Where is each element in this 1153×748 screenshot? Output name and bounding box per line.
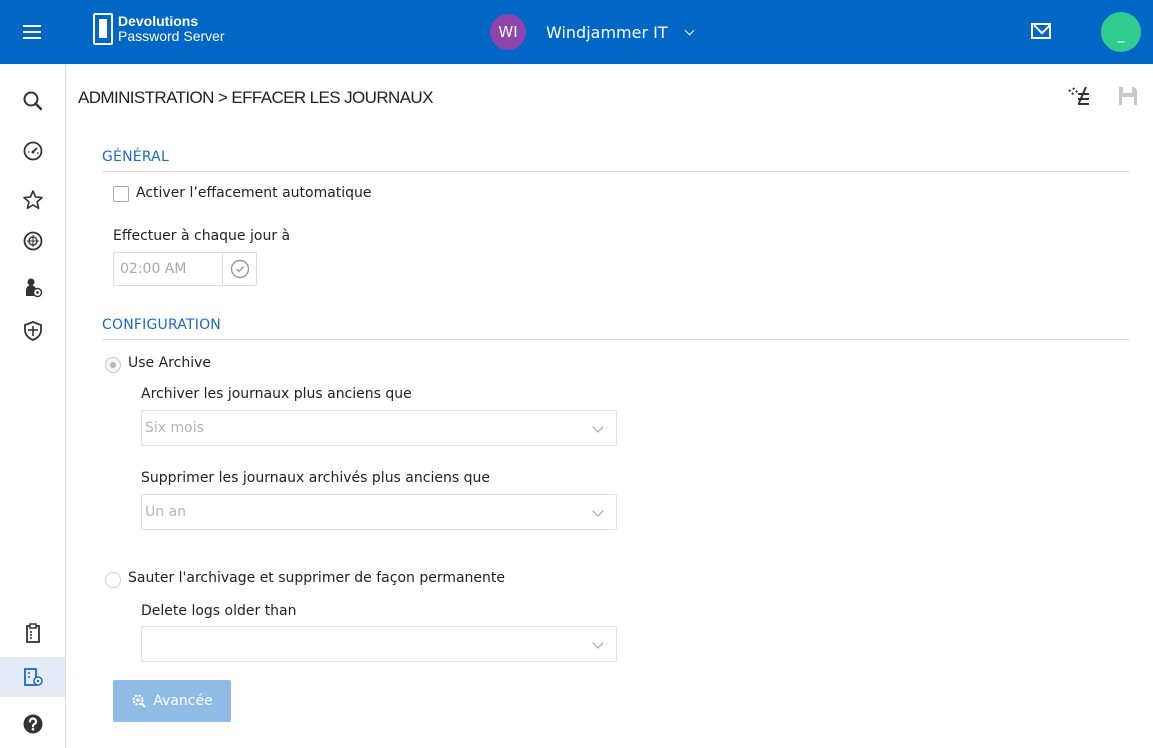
skip-archive-label: Sauter l'archivage et supprimer de façon… <box>128 570 506 586</box>
delete-archived-label: Supprimer les journaux archivés plus anc… <box>141 470 490 486</box>
archive-older-label: Archiver les journaux plus anciens que <box>141 386 412 402</box>
vault-name: Windjammer IT <box>546 22 668 42</box>
vault-selector[interactable]: WI Windjammer IT <box>490 14 695 50</box>
app-logo[interactable]: Devolutions Password Server <box>93 13 225 45</box>
chevron-down-icon <box>684 25 695 35</box>
search-icon <box>23 91 42 111</box>
chevron-down-icon <box>592 637 604 649</box>
chevron-down-icon <box>592 421 604 433</box>
section-divider <box>102 171 1130 172</box>
dashboard-icon <box>23 141 42 161</box>
devolutions-logo-icon <box>93 13 113 45</box>
breadcrumb: ADMINISTRATION > EFFACER LES JOURNAUX <box>78 88 433 107</box>
section-title-configuration: CONFIGURATION <box>102 317 221 333</box>
advanced-button[interactable]: Avancée <box>113 680 231 722</box>
logo-line1: Devolutions <box>118 13 199 29</box>
clock-button[interactable] <box>222 253 257 285</box>
vault-icon <box>23 231 42 251</box>
hamburger-menu-icon[interactable] <box>0 0 64 64</box>
sidebar-item-reports[interactable] <box>0 613 65 653</box>
sidebar <box>0 64 66 748</box>
star-icon <box>22 190 43 210</box>
top-bar: Devolutions Password Server WI Windjamme… <box>0 0 1153 64</box>
sidebar-item-vault[interactable] <box>0 221 65 261</box>
use-archive-label: Use Archive <box>128 355 211 371</box>
shield-icon <box>23 321 42 341</box>
sidebar-item-search[interactable] <box>0 81 65 121</box>
sidebar-item-administration[interactable] <box>0 657 65 697</box>
sidebar-item-favorites[interactable] <box>0 180 65 220</box>
reports-icon <box>25 623 40 643</box>
vault-avatar: WI <box>490 14 526 50</box>
delete-older-select[interactable] <box>141 626 617 662</box>
sidebar-item-security[interactable] <box>0 311 65 351</box>
section-divider <box>102 339 1130 340</box>
save-icon[interactable] <box>1115 83 1141 109</box>
clear-logs-icon[interactable] <box>1066 83 1092 109</box>
chevron-down-icon <box>592 505 604 517</box>
archive-older-value: Six mois <box>145 420 204 436</box>
section-title-general: GÉNÉRAL <box>102 149 169 165</box>
logo-line2: Password Server <box>118 28 225 44</box>
delete-older-label: Delete logs older than <box>141 603 297 619</box>
sidebar-item-dashboard[interactable] <box>0 131 65 171</box>
mail-icon[interactable] <box>1031 23 1051 39</box>
use-archive-radio[interactable] <box>105 357 121 373</box>
advanced-button-label: Avancée <box>153 693 213 709</box>
sidebar-item-user-settings[interactable] <box>0 268 65 308</box>
schedule-label: Effectuer à chaque jour à <box>113 228 291 244</box>
sidebar-item-help[interactable] <box>0 704 65 744</box>
clock-icon <box>230 259 250 279</box>
skip-archive-radio[interactable] <box>105 572 121 588</box>
user-avatar[interactable]: _ <box>1101 12 1141 52</box>
help-icon <box>23 714 42 734</box>
time-input[interactable] <box>114 253 222 285</box>
user-settings-icon <box>25 278 42 298</box>
auto-delete-label: Activer l’effacement automatique <box>136 185 372 201</box>
time-picker <box>113 252 257 286</box>
gear-icon <box>132 694 146 708</box>
auto-delete-checkbox[interactable] <box>113 186 129 202</box>
archive-older-select[interactable]: Six mois <box>141 410 617 446</box>
delete-archived-value: Un an <box>145 504 187 520</box>
delete-archived-select[interactable]: Un an <box>141 494 617 530</box>
administration-icon <box>23 668 43 686</box>
